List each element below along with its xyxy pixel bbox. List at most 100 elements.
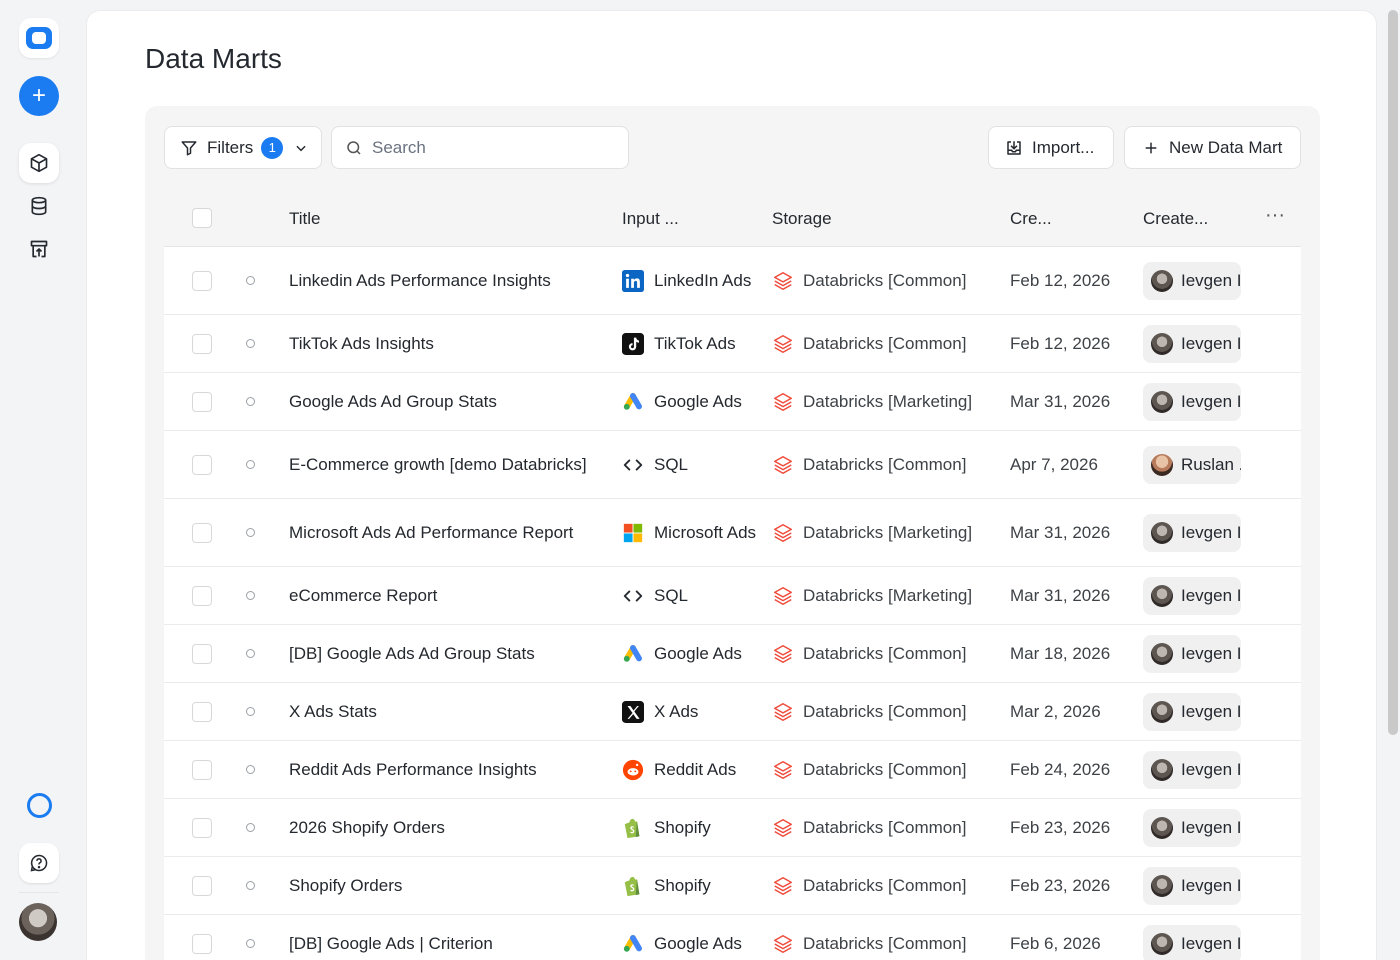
databricks-icon — [772, 643, 803, 665]
search-input[interactable]: Search — [331, 126, 629, 169]
app-logo[interactable] — [19, 18, 59, 58]
creator-avatar — [1151, 269, 1173, 292]
table-row[interactable]: Shopify Orders Shopify Databricks [Common]… — [164, 857, 1301, 915]
row-checkbox[interactable] — [192, 270, 212, 291]
table-row[interactable]: TikTok Ads Insights TikTok Ads Databricks … — [164, 315, 1301, 373]
row-title[interactable]: TikTok Ads Insights — [289, 315, 599, 372]
row-title[interactable]: eCommerce Report — [289, 567, 599, 624]
row-checkbox[interactable] — [192, 585, 212, 606]
code-icon — [622, 585, 644, 607]
row-input-label: X Ads — [654, 701, 699, 721]
filters-button[interactable]: Filters 1 — [164, 126, 322, 169]
row-title[interactable]: [DB] Google Ads | Criterion — [289, 915, 599, 960]
creator-name: Ievgen I — [1181, 817, 1241, 837]
user-avatar[interactable] — [19, 903, 57, 941]
columns-menu-icon[interactable]: ··· — [1265, 204, 1285, 227]
creator-avatar — [1151, 816, 1173, 839]
table-row[interactable]: Google Ads Ad Group Stats Google Ads Datab… — [164, 373, 1301, 431]
row-storage-label: Databricks [Marketing] — [803, 391, 973, 411]
table-row[interactable]: E-Commerce growth [demo Databricks] SQL Da… — [164, 431, 1301, 499]
row-input-label: SQL — [654, 454, 689, 474]
row-title[interactable]: Microsoft Ads Ad Performance Report — [289, 499, 599, 566]
row-status-dot-icon — [246, 938, 255, 948]
row-checkbox[interactable] — [192, 333, 212, 354]
column-input[interactable]: Input ... — [622, 209, 679, 229]
row-title[interactable]: [DB] Google Ads Ad Group Stats — [289, 625, 599, 682]
creator-chip: Ievgen I — [1143, 324, 1241, 363]
import-icon — [1004, 138, 1024, 158]
row-input-label: Microsoft Ads — [654, 522, 757, 542]
databricks-icon — [772, 333, 803, 355]
nav-destinations[interactable] — [19, 229, 59, 269]
creator-avatar — [1151, 584, 1173, 607]
import-button[interactable]: Import... — [988, 126, 1114, 169]
table-row[interactable]: [DB] Google Ads Ad Group Stats Google Ads… — [164, 625, 1301, 683]
row-storage: Databricks [Common] — [772, 315, 997, 372]
row-checkbox[interactable] — [192, 759, 212, 780]
select-all-checkbox[interactable] — [192, 208, 212, 228]
creator-chip: Ievgen I — [1143, 634, 1241, 673]
status-ring-icon[interactable] — [27, 793, 52, 818]
table-row[interactable]: X Ads Stats X Ads Databricks [Common] Mar 2… — [164, 683, 1301, 741]
nav-data-marts[interactable] — [19, 143, 59, 183]
row-input-source: LinkedIn Ads — [622, 247, 757, 314]
creator-chip: Ievgen I — [1143, 261, 1241, 300]
row-title[interactable]: X Ads Stats — [289, 683, 599, 740]
column-created[interactable]: Cre... — [1010, 209, 1052, 229]
row-title[interactable]: Google Ads Ad Group Stats — [289, 373, 599, 430]
scrollbar[interactable] — [1388, 10, 1398, 735]
row-title[interactable]: Linkedin Ads Performance Insights — [289, 247, 599, 314]
row-storage-label: Databricks [Common] — [803, 933, 967, 953]
row-title[interactable]: E-Commerce growth [demo Databricks] — [289, 431, 599, 498]
row-creator: Ievgen I — [1143, 799, 1241, 856]
help-chat-button[interactable] — [19, 843, 59, 883]
row-input-source: Reddit Ads — [622, 741, 757, 798]
create-button[interactable]: + — [19, 76, 59, 116]
row-title[interactable]: 2026 Shopify Orders — [289, 799, 599, 856]
row-created-date: Mar 2, 2026 — [1010, 701, 1101, 721]
row-checkbox[interactable] — [192, 391, 212, 412]
creator-avatar — [1151, 390, 1173, 413]
table-row[interactable]: [DB] Google Ads | Criterion Google Ads Dat… — [164, 915, 1301, 960]
row-input-source: Microsoft Ads — [622, 499, 757, 566]
creator-chip: Ievgen I — [1143, 808, 1241, 847]
table-row[interactable]: Microsoft Ads Ad Performance Report Micro… — [164, 499, 1301, 567]
databricks-icon — [772, 759, 803, 781]
column-storage[interactable]: Storage — [772, 209, 832, 229]
creator-chip: Ievgen I — [1143, 692, 1241, 731]
row-creator: Ievgen I — [1143, 247, 1241, 314]
tiktok-icon — [622, 332, 644, 355]
table-row[interactable]: Linkedin Ads Performance Insights LinkedI… — [164, 247, 1301, 315]
row-checkbox[interactable] — [192, 875, 212, 896]
row-storage-label: Databricks [Marketing] — [803, 585, 973, 605]
creator-name: Ievgen I — [1181, 333, 1241, 353]
row-input-label: SQL — [654, 585, 689, 605]
creator-name: Ievgen I — [1181, 522, 1241, 542]
filters-count-badge: 1 — [261, 136, 284, 159]
column-creator[interactable]: Create... — [1143, 209, 1208, 229]
table-row[interactable]: Reddit Ads Performance Insights Reddit Ad… — [164, 741, 1301, 799]
row-checkbox[interactable] — [192, 933, 212, 954]
row-storage-label: Databricks [Common] — [803, 759, 967, 779]
row-checkbox[interactable] — [192, 701, 212, 722]
archive-upload-icon — [30, 240, 48, 258]
data-marts-table: Title Input ... Storage Cre... Create...… — [164, 190, 1301, 960]
row-checkbox[interactable] — [192, 522, 212, 543]
table-row[interactable]: eCommerce Report SQL Databricks [Marketing… — [164, 567, 1301, 625]
row-checkbox[interactable] — [192, 643, 212, 664]
row-title[interactable]: Reddit Ads Performance Insights — [289, 741, 599, 798]
column-title[interactable]: Title — [289, 209, 321, 229]
row-storage: Databricks [Common] — [772, 247, 997, 314]
google-ads-icon — [622, 933, 644, 955]
row-title[interactable]: Shopify Orders — [289, 857, 599, 914]
new-data-mart-button[interactable]: New Data Mart — [1124, 126, 1301, 169]
row-checkbox[interactable] — [192, 817, 212, 838]
table-row[interactable]: 2026 Shopify Orders Shopify Databricks [Co… — [164, 799, 1301, 857]
row-storage-label: Databricks [Common] — [803, 270, 967, 290]
row-checkbox[interactable] — [192, 454, 212, 475]
row-input-label: TikTok Ads — [654, 333, 736, 353]
row-status-dot-icon — [246, 880, 255, 890]
row-creator: Ievgen I — [1143, 683, 1241, 740]
row-creator: Ievgen I — [1143, 567, 1241, 624]
nav-storages[interactable] — [19, 186, 59, 226]
